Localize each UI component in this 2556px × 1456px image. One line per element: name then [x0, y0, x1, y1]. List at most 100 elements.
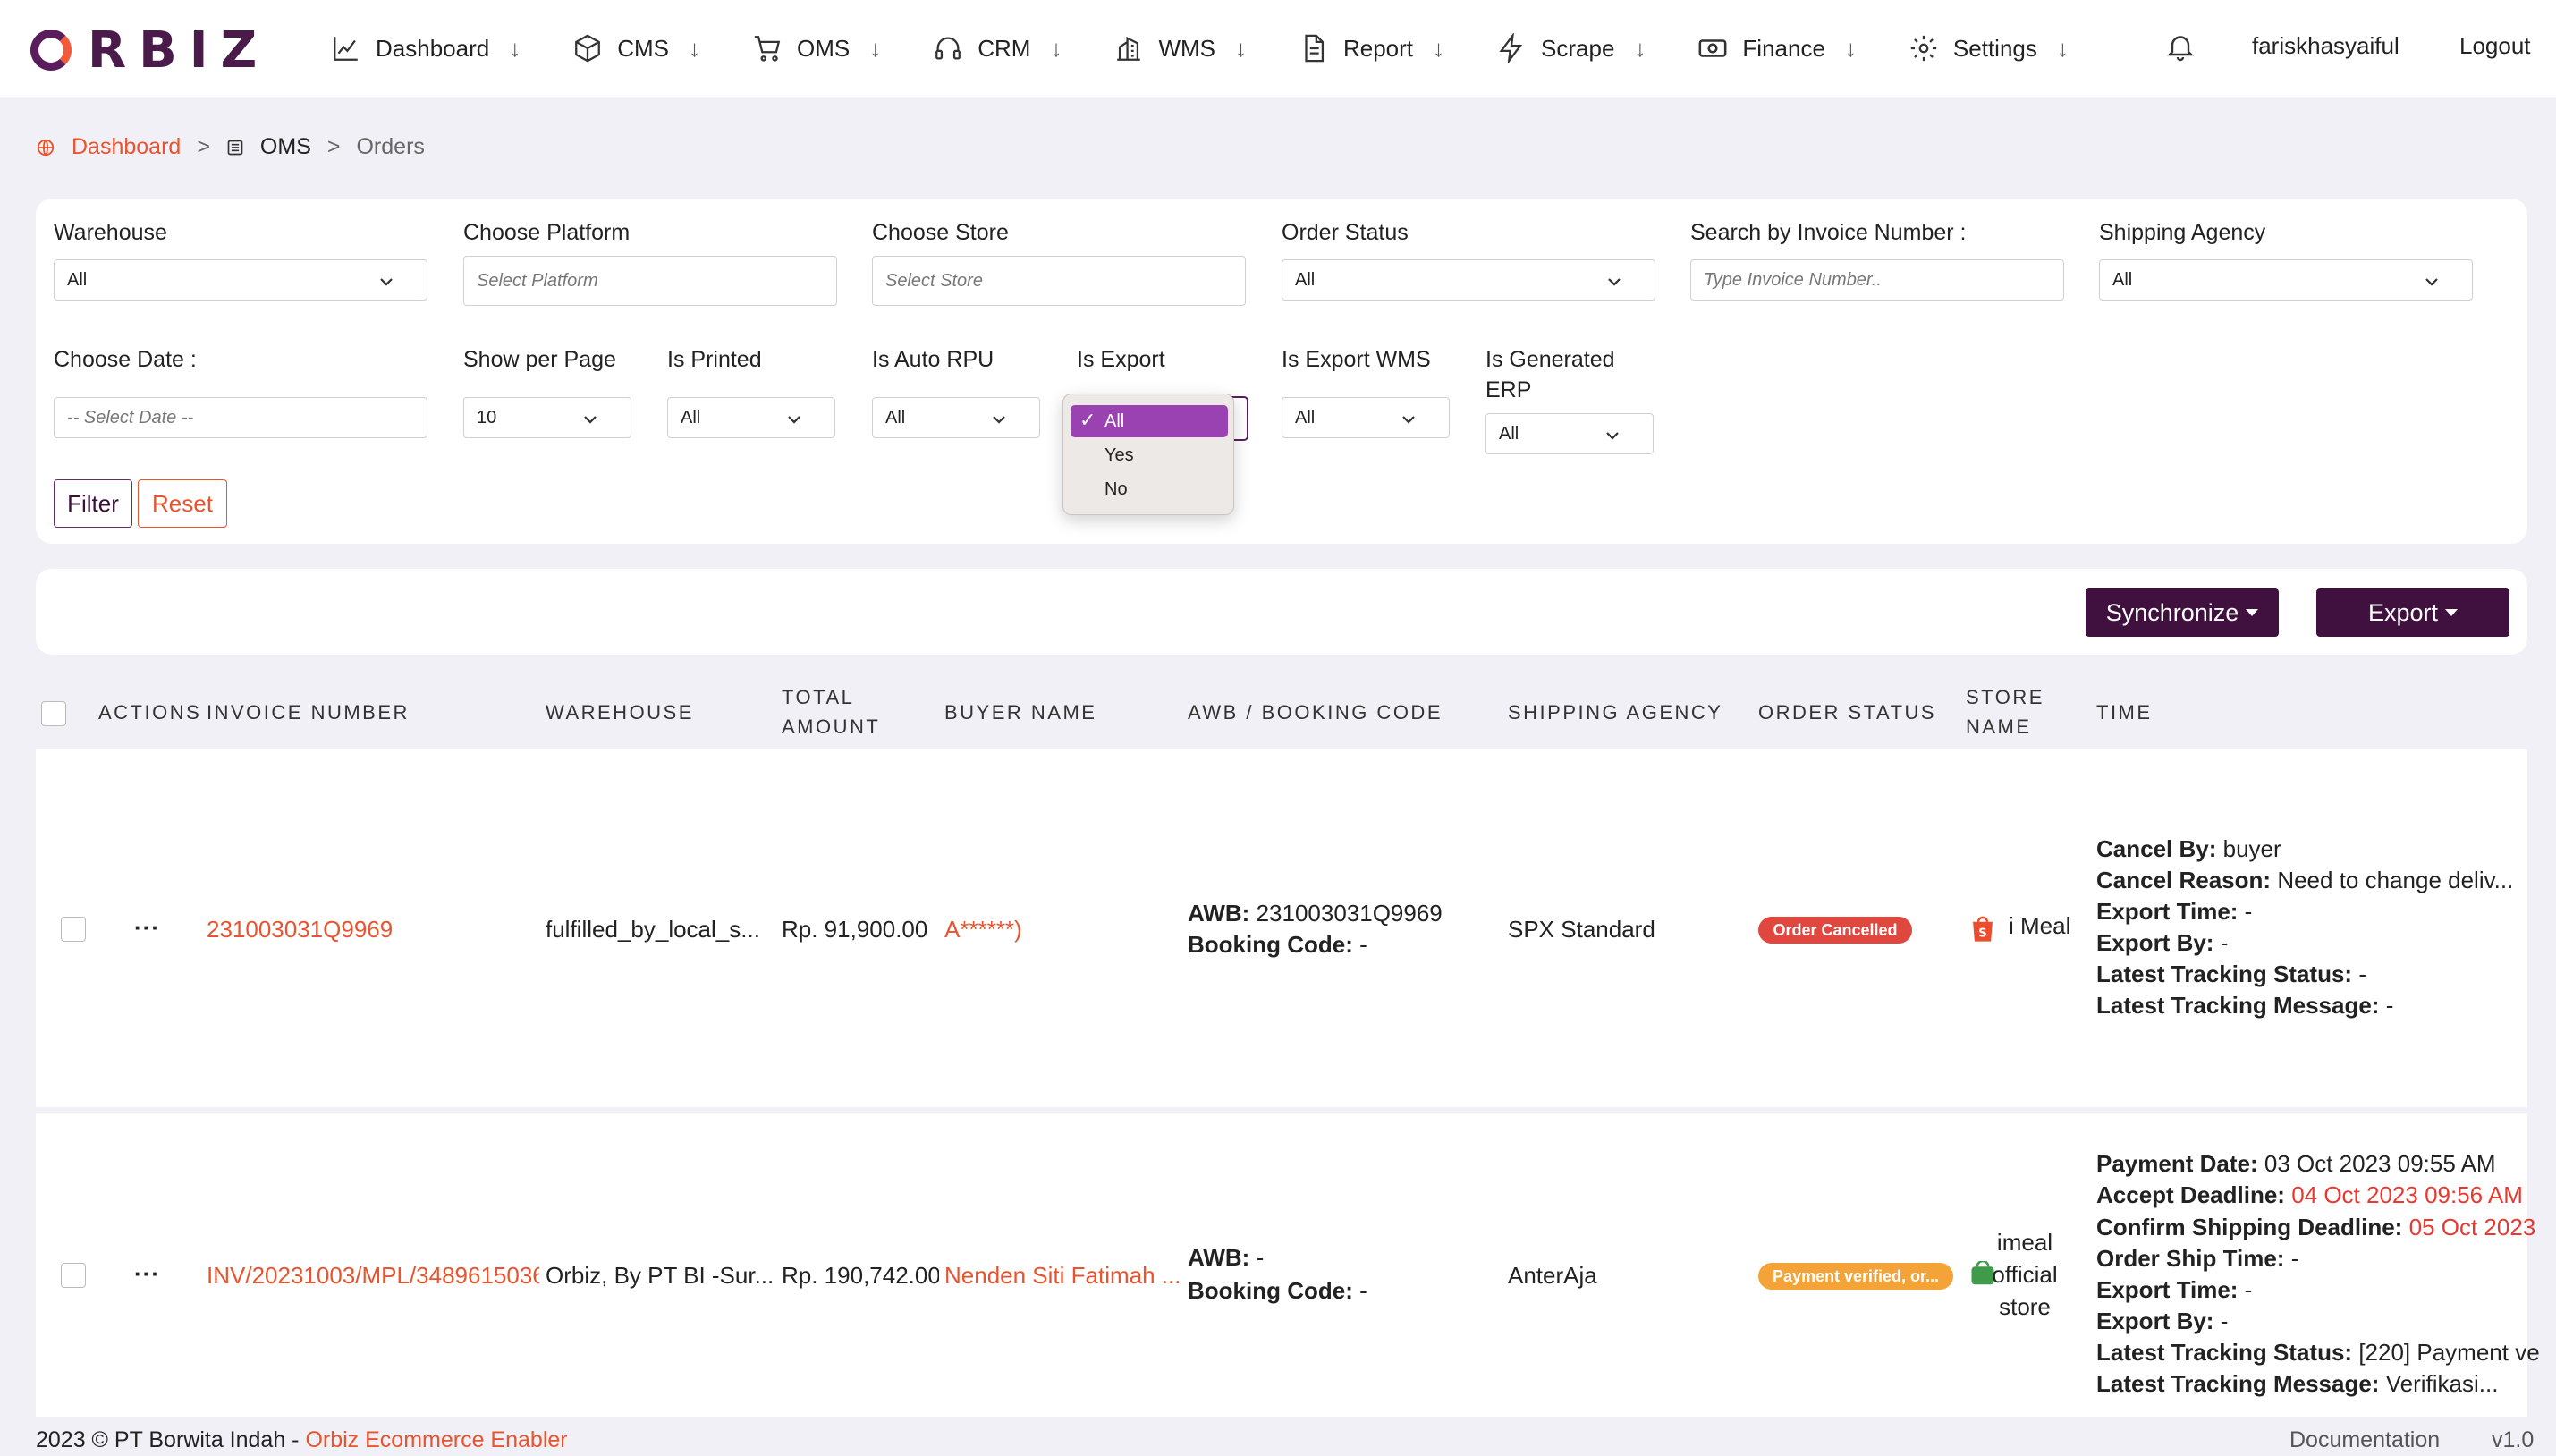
select-all-checkbox[interactable]: [41, 701, 66, 726]
synchronize-button[interactable]: Synchronize: [2086, 588, 2279, 637]
breadcrumb-separator: >: [326, 134, 341, 159]
breadcrumb-dashboard[interactable]: Dashboard: [36, 134, 181, 160]
time-value: 04 Oct 2023 09:56 AM: [2291, 1181, 2523, 1208]
filter-panel: Warehouse Choose Platform Choose Store O…: [36, 199, 2527, 544]
globe-icon: [37, 139, 55, 156]
arrow-down-icon: ↓: [869, 34, 882, 62]
nav-report[interactable]: Report ↓: [1299, 0, 1444, 97]
per-page-label: Show per Page: [463, 347, 616, 372]
row-actions-menu[interactable]: ···: [134, 914, 160, 942]
awb-label: AWB:: [1188, 900, 1250, 927]
nav-scrape[interactable]: Scrape ↓: [1496, 0, 1646, 97]
nav-settings[interactable]: Settings ↓: [1909, 0, 2069, 97]
per-page-select[interactable]: 10: [463, 397, 631, 438]
time-value: [220] Payment ve: [2358, 1339, 2540, 1366]
order-status-select[interactable]: All: [1282, 259, 1655, 301]
warehouse-label: Warehouse: [54, 220, 167, 245]
time-line: Export By: -: [2096, 929, 2556, 957]
total-amount-cell: Rp. 190,742.00: [782, 1262, 939, 1289]
bell-icon[interactable]: [2164, 30, 2196, 63]
status-badge: Order Cancelled: [1758, 917, 1912, 944]
invoice-link[interactable]: 231003031Q9969: [207, 916, 537, 944]
dropdown-option-all[interactable]: ✓ All: [1071, 405, 1228, 437]
nav-label: CMS: [617, 34, 669, 62]
logout-link[interactable]: Logout: [2459, 32, 2531, 60]
auto-rpu-select[interactable]: All: [872, 397, 1040, 438]
orbiz-logo[interactable]: RBIZ: [30, 21, 269, 80]
invoice-search-input[interactable]: Type Invoice Number..: [1690, 259, 2064, 301]
dropdown-option-yes[interactable]: Yes: [1071, 439, 1228, 471]
nav-crm[interactable]: CRM ↓: [933, 0, 1062, 97]
filter-button[interactable]: Filter: [54, 479, 132, 528]
store-name-line: imeal: [1996, 1229, 2053, 1256]
th-awb-booking: AWB / BOOKING CODE: [1188, 701, 1443, 724]
time-value: -: [2358, 961, 2366, 987]
arrow-down-icon: ↓: [1634, 34, 1646, 62]
warehouse-value: All: [67, 269, 88, 290]
grid-icon: [227, 140, 243, 155]
nav-label: Settings: [1952, 34, 2037, 62]
time-value: buyer: [2222, 835, 2281, 862]
nav-label: WMS: [1158, 34, 1215, 62]
arrow-down-icon: ↓: [2056, 34, 2069, 62]
chevron-down-icon: [788, 416, 800, 424]
shipping-agency-label: Shipping Agency: [2099, 220, 2266, 245]
copyright-text: 2023 © PT Borwita Indah -: [36, 1427, 306, 1452]
row-checkbox[interactable]: [61, 1263, 86, 1288]
date-label: Choose Date :: [54, 347, 197, 372]
chevron-down-icon: [1402, 416, 1415, 424]
row-checkbox[interactable]: [61, 917, 86, 942]
breadcrumb-oms[interactable]: OMS: [226, 134, 311, 160]
nav-wms[interactable]: WMS ↓: [1113, 0, 1247, 97]
booking-label: Booking Code:: [1188, 1277, 1353, 1304]
buyer-name-link[interactable]: Nenden Siti Fatimah ...: [944, 1262, 1181, 1290]
nav-oms[interactable]: OMS ↓: [752, 0, 881, 97]
printed-select[interactable]: All: [667, 397, 835, 438]
time-label: Latest Tracking Status:: [2096, 1339, 2353, 1366]
invoice-placeholder: Type Invoice Number..: [1704, 269, 1882, 290]
time-line: Latest Tracking Status: -: [2096, 961, 2556, 988]
export-button[interactable]: Export: [2316, 588, 2509, 637]
date-input[interactable]: -- Select Date --: [54, 397, 427, 438]
footer-copyright: 2023 © PT Borwita Indah - Orbiz Ecommerc…: [36, 1427, 568, 1453]
user-menu[interactable]: fariskhasyaiful: [2252, 32, 2399, 60]
store-placeholder: Select Store: [885, 270, 983, 291]
booking-value: -: [1359, 931, 1367, 958]
footer-brand-link[interactable]: Orbiz Ecommerce Enabler: [305, 1427, 567, 1452]
bolt-icon: [1499, 33, 1523, 63]
documentation-link[interactable]: Documentation: [2289, 1427, 2440, 1453]
nav-cms[interactable]: CMS ↓: [572, 0, 700, 97]
nav-finance[interactable]: Finance ↓: [1697, 0, 1857, 97]
gear-icon: [1910, 35, 1937, 62]
nav-dashboard[interactable]: Dashboard ↓: [331, 0, 521, 97]
breadcrumb-separator: >: [197, 134, 210, 159]
awb-label: AWB:: [1188, 1244, 1250, 1271]
nav-label: Report: [1342, 34, 1414, 62]
warehouse-select[interactable]: All: [54, 259, 427, 301]
arrow-down-icon: ↓: [1433, 34, 1445, 62]
export-wms-value: All: [1295, 407, 1316, 427]
cash-icon: [1698, 39, 1727, 57]
time-value: -: [2244, 898, 2253, 925]
dropdown-option-no[interactable]: No: [1071, 473, 1228, 505]
nav-label: Scrape: [1541, 34, 1615, 62]
store-input[interactable]: Select Store: [872, 256, 1246, 306]
store-name-line: official: [1992, 1261, 2058, 1288]
export-wms-select[interactable]: All: [1282, 397, 1450, 438]
time-value: -: [2385, 992, 2394, 1019]
action-bar: Synchronize Export: [36, 569, 2527, 655]
export-wms-label: Is Export WMS: [1282, 347, 1431, 372]
printed-label: Is Printed: [667, 347, 762, 372]
shipping-agency-select[interactable]: All: [2099, 259, 2473, 301]
platform-input[interactable]: Select Platform: [463, 256, 837, 306]
erp-select[interactable]: All: [1485, 413, 1654, 454]
auto-rpu-value: All: [885, 407, 906, 427]
time-value: Need to change deliv...: [2277, 867, 2514, 893]
reset-button[interactable]: Reset: [138, 479, 227, 528]
row-actions-menu[interactable]: ···: [134, 1260, 160, 1288]
checkmark-icon: ✓: [1079, 409, 1096, 431]
time-value: Verifikasi...: [2385, 1370, 2499, 1397]
buyer-name-link[interactable]: A******): [944, 916, 1181, 944]
invoice-link[interactable]: INV/20231003/MPL/3489615036: [207, 1262, 539, 1290]
warehouse-cell: Orbiz, By PT BI -Sur...: [546, 1262, 773, 1289]
